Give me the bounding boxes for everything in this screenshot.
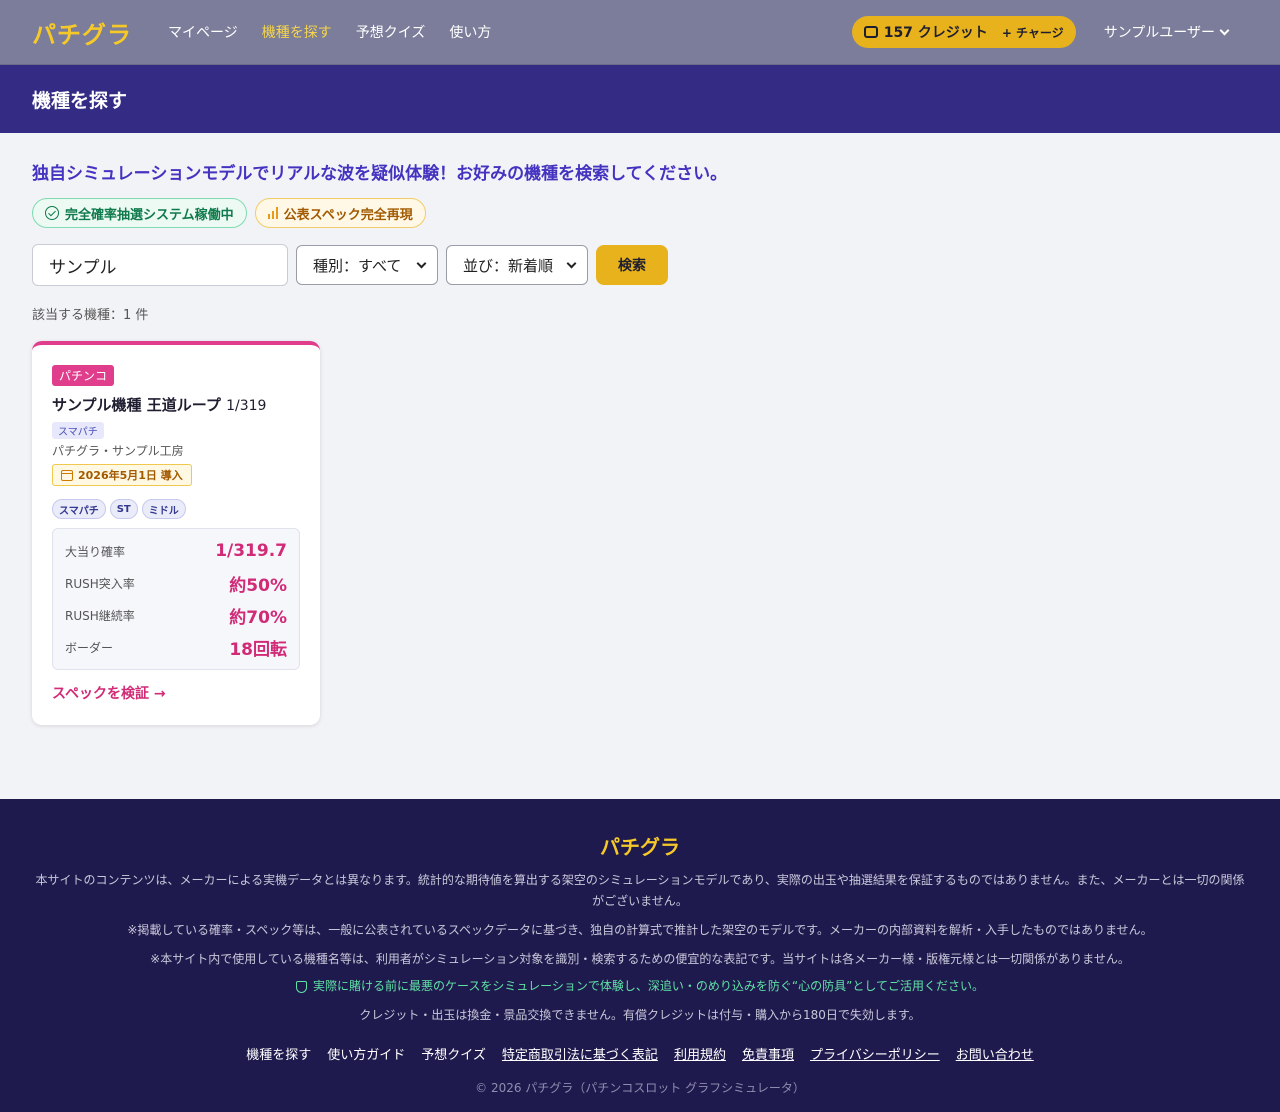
nav-link-quiz[interactable]: 予想クイズ: [356, 22, 426, 42]
sort-value: 並び：新着順: [463, 256, 554, 275]
page-header: 機種を探す: [0, 65, 1280, 133]
safety-note-text: 実際に賭ける前に最悪のケースをシミュレーションで体験し、深追い・のめり込みを防ぐ…: [313, 979, 984, 993]
footer-links: 機種を探す 使い方ガイド 予想クイズ 特定商取引法に基づく表記 利用規約 免責事…: [0, 1044, 1280, 1063]
type-filter-select[interactable]: 種別：すべて: [296, 245, 438, 285]
main-content: 独自シミュレーションモデルでリアルな波を疑似体験！お好みの機種を検索してください…: [0, 133, 1280, 799]
intro-text: 独自シミュレーションモデルでリアルな波を疑似体験！お好みの機種を検索してください…: [32, 164, 728, 184]
main-nav: マイページ 機種を探す 予想クイズ 使い方: [168, 22, 491, 42]
nav-link-mypage[interactable]: マイページ: [168, 22, 238, 42]
spec-value: 1/319.7: [215, 541, 287, 561]
user-menu[interactable]: サンプルユーザー: [1103, 22, 1230, 42]
search-bar: 種別：すべて 並び：新着順 検索: [32, 244, 1248, 286]
badge-probability-system: 完全確率抽選システム稼働中: [32, 198, 247, 228]
spec-label: 大当り確率: [65, 544, 126, 559]
page-title: 機種を探す: [32, 89, 128, 112]
footer-link-contact[interactable]: お問い合わせ: [956, 1044, 1034, 1063]
spec-row: 大当り確率 1/319.7: [65, 535, 287, 567]
top-nav: パチグラ マイページ 機種を探す 予想クイズ 使い方 157 クレジット + チ…: [0, 0, 1280, 65]
chip-middle: ミドル: [141, 499, 186, 519]
type-filter-value: 種別：すべて: [313, 256, 402, 275]
chevron-down-icon: [416, 258, 427, 268]
chip-smapachi: スマパチ: [52, 499, 106, 519]
release-date-tag: 2026年5月1日 導入: [52, 464, 192, 486]
spec-value: 約50%: [229, 575, 287, 596]
bar-chart-icon: [267, 207, 278, 219]
machine-title: サンプル機種 王道ループ: [52, 396, 221, 414]
footer-safety-note: 実際に賭ける前に最悪のケースをシミュレーションで体験し、深追い・のめり込みを防ぐ…: [32, 976, 1248, 997]
site-logo[interactable]: パチグラ: [32, 15, 168, 50]
verify-spec-link[interactable]: スペックを検証 →: [52, 683, 166, 703]
user-name: サンプルユーザー: [1103, 25, 1215, 41]
spec-table: 大当り確率 1/319.7 RUSH突入率 約50% RUSH継続率 約70% …: [52, 528, 300, 670]
credit-button[interactable]: 157 クレジット + チャージ: [851, 16, 1076, 48]
footer-link-search[interactable]: 機種を探す: [246, 1044, 311, 1063]
footer-logo: パチグラ: [600, 835, 680, 859]
machine-type-tag: パチンコ: [52, 365, 115, 386]
spec-value: 18回転: [229, 639, 287, 660]
footer-disclaimer-3: ※本サイト内で使用している機種名等は、利用者がシミュレーション対象を識別・検索す…: [150, 952, 1130, 966]
footer-link-quiz[interactable]: 予想クイズ: [421, 1044, 486, 1063]
wallet-icon: [863, 26, 878, 38]
calendar-icon: [61, 469, 73, 481]
chevron-down-icon: [566, 258, 577, 268]
spec-row: RUSH継続率 約70%: [65, 599, 287, 631]
machine-probability: 1/319: [226, 398, 267, 414]
footer-disclaimer-2: ※掲載している確率・スペック等は、一般に公表されているスペックデータに基づき、独…: [127, 923, 1153, 937]
machine-maker: パチグラ・サンプル工房: [52, 444, 184, 458]
spec-row: RUSH突入率 約50%: [65, 567, 287, 599]
footer-link-tokushoho[interactable]: 特定商取引法に基づく表記: [502, 1044, 658, 1063]
nav-right: 157 クレジット + チャージ サンプルユーザー: [851, 16, 1248, 48]
search-input[interactable]: [32, 244, 288, 286]
check-circle-icon: [45, 206, 59, 220]
spec-label: ボーダー: [65, 640, 114, 655]
charge-label: + チャージ: [1001, 25, 1064, 40]
nav-link-howto[interactable]: 使い方: [449, 22, 491, 42]
machine-subtype-tag: スマパチ: [52, 422, 104, 439]
badge-label: 完全確率抽選システム稼働中: [65, 207, 234, 223]
badge-label: 公表スペック完全再現: [283, 207, 413, 223]
footer-link-terms[interactable]: 利用規約: [674, 1044, 726, 1063]
search-button[interactable]: 検索: [596, 245, 668, 285]
credit-balance: 157 クレジット: [883, 25, 988, 41]
feature-badges: 完全確率抽選システム稼働中 公表スペック完全再現: [32, 198, 1248, 228]
footer-link-guide[interactable]: 使い方ガイド: [327, 1044, 405, 1063]
machine-card[interactable]: パチンコ サンプル機種 王道ループ 1/319 スマパチ パチグラ・サンプル工房…: [32, 341, 320, 725]
spec-value: 約70%: [229, 607, 287, 628]
footer-disclaimer-1: 本サイトのコンテンツは、メーカーによる実機データとは異なります。統計的な期待値を…: [35, 873, 1245, 908]
chevron-down-icon: [1219, 25, 1230, 35]
copyright: © 2026 パチグラ（パチンコスロット グラフシミュレータ）: [475, 1081, 805, 1095]
spec-row: ボーダー 18回転: [65, 631, 287, 663]
shield-icon: [296, 980, 307, 993]
badge-spec-reproduction: 公表スペック完全再現: [254, 198, 426, 228]
spec-label: RUSH突入率: [65, 576, 135, 591]
site-footer: パチグラ 本サイトのコンテンツは、メーカーによる実機データとは異なります。統計的…: [0, 799, 1280, 1112]
sort-select[interactable]: 並び：新着順: [446, 245, 588, 285]
spec-label: RUSH継続率: [65, 608, 135, 623]
footer-link-privacy[interactable]: プライバシーポリシー: [810, 1044, 940, 1063]
footer-link-disclaimer[interactable]: 免責事項: [742, 1044, 794, 1063]
machine-name: サンプル機種 王道ループ 1/319: [52, 394, 300, 415]
footer-credit-note: クレジット・出玉は換金・景品交換できません。有償クレジットは付与・購入から180…: [359, 1008, 921, 1022]
chip-st: ST: [109, 499, 138, 519]
machine-chips: スマパチ ST ミドル: [52, 499, 300, 519]
release-date: 2026年5月1日 導入: [78, 469, 183, 482]
result-count: 該当する機種：1 件: [32, 308, 149, 323]
nav-link-search-machines[interactable]: 機種を探す: [262, 22, 332, 42]
